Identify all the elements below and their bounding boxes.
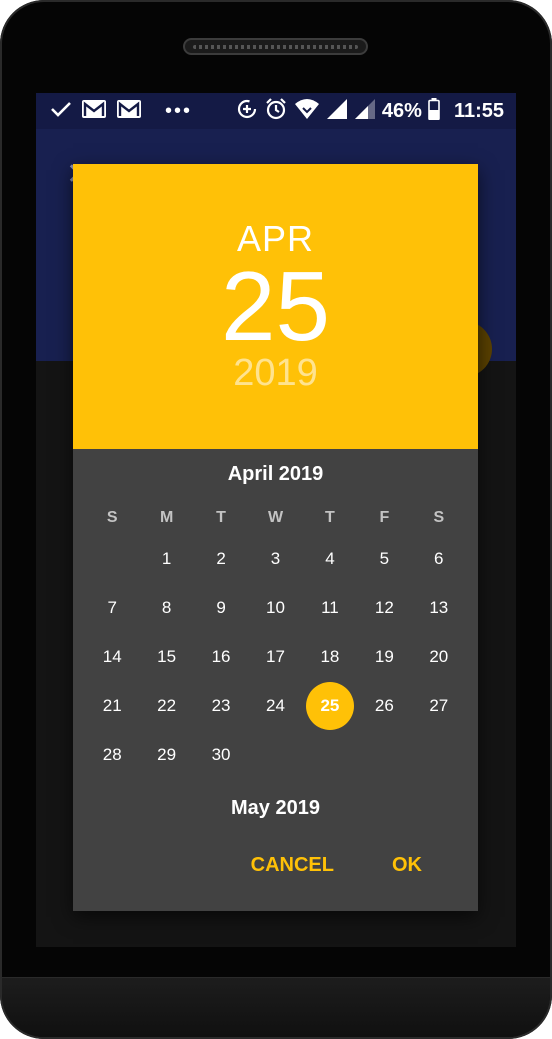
dialog-actions: CANCEL OK (239, 845, 478, 885)
day-cell[interactable]: 30 (194, 730, 248, 779)
day-blank (85, 534, 139, 583)
day-cell[interactable]: 10 (248, 583, 302, 632)
status-time: 11:55 (453, 99, 504, 122)
wifi-icon (294, 98, 320, 125)
day-cell[interactable]: 9 (194, 583, 248, 632)
date-picker-dialog: APR 25 2019 April 2019 SMTWTFS 123456789… (73, 164, 478, 911)
day-number: 29 (157, 744, 177, 764)
day-number: 23 (211, 695, 231, 715)
check-icon (50, 100, 72, 123)
weekday-label: S (433, 509, 445, 526)
day-cell[interactable]: 21 (85, 681, 139, 730)
weekday-label: T (216, 509, 226, 526)
phone-frame: ••• 46% 11:55 APR 25 2019 April 2019 S M… (0, 0, 552, 1039)
weekday-label: W (267, 509, 284, 526)
day-number: 14 (102, 646, 122, 666)
gmail-icon (81, 99, 107, 124)
day-number: 7 (107, 597, 117, 617)
day-cell[interactable]: 12 (357, 583, 411, 632)
ok-button[interactable]: OK (380, 846, 434, 885)
day-cell[interactable]: 20 (412, 632, 466, 681)
day-number: 5 (379, 548, 390, 568)
day-cell-selected[interactable]: 25 (303, 681, 357, 730)
month-title: April 2019 (227, 463, 324, 485)
day-number: 12 (374, 597, 394, 617)
day-number: 3 (270, 548, 281, 568)
day-number: 13 (429, 597, 449, 617)
day-cell[interactable]: 28 (85, 730, 139, 779)
day-number: 26 (374, 695, 394, 715)
day-number: 10 (266, 597, 285, 617)
day-number: 27 (429, 695, 449, 715)
weekday-label: T (325, 509, 335, 526)
header-day[interactable]: 25 (73, 250, 478, 362)
day-cell[interactable]: 2 (194, 534, 248, 583)
day-number: 18 (320, 646, 340, 666)
day-number: 19 (374, 646, 394, 666)
day-number: 25 (305, 681, 354, 730)
alarm-icon (264, 97, 288, 126)
day-cell[interactable]: 14 (85, 632, 139, 681)
more-dots-icon: ••• (165, 99, 193, 122)
day-cell[interactable]: 15 (139, 632, 193, 681)
day-cell[interactable]: 23 (194, 681, 248, 730)
speaker-grille (183, 38, 368, 55)
day-cell[interactable]: 5 (357, 534, 411, 583)
day-cell[interactable]: 22 (139, 681, 193, 730)
day-cell[interactable]: 19 (357, 632, 411, 681)
day-number: 20 (429, 646, 449, 666)
day-cell[interactable]: 8 (139, 583, 193, 632)
day-cell[interactable]: 7 (85, 583, 139, 632)
battery-icon (428, 97, 440, 125)
next-month-title: May 2019 (231, 797, 320, 819)
day-number: 9 (216, 597, 226, 617)
signal-icon (354, 98, 376, 125)
day-number: 8 (161, 597, 172, 617)
day-number: 28 (102, 744, 122, 764)
day-number: 1 (161, 548, 172, 568)
day-number: 4 (325, 548, 335, 568)
phone-chin (2, 977, 550, 1037)
day-grid: 1 2 3 4 5 6 7 8 9 10 11 12 13 14 15 16 17 18 19 20 21 22 23 24 2… (85, 534, 466, 779)
day-number: 6 (434, 548, 444, 568)
date-picker-header: APR 25 2019 (73, 164, 478, 449)
day-number: 22 (157, 695, 177, 715)
day-cell[interactable]: 29 (139, 730, 193, 779)
weekday-label: M (159, 509, 174, 526)
battery-percent: 46% (381, 99, 422, 122)
day-cell[interactable]: 26 (357, 681, 411, 730)
day-number: 24 (266, 695, 285, 715)
day-number: 11 (321, 597, 339, 617)
day-cell[interactable]: 4 (303, 534, 357, 583)
day-cell[interactable]: 6 (412, 534, 466, 583)
status-bar: ••• 46% 11:55 (36, 93, 516, 129)
day-cell[interactable]: 18 (303, 632, 357, 681)
day-number: 21 (102, 695, 122, 715)
day-cell[interactable]: 16 (194, 632, 248, 681)
day-cell[interactable]: 17 (248, 632, 302, 681)
day-cell[interactable]: 27 (412, 681, 466, 730)
day-number: 30 (211, 744, 231, 764)
signal-icon (326, 98, 348, 125)
data-saver-icon (236, 98, 258, 125)
header-year[interactable]: 2019 (73, 352, 478, 395)
day-number: 16 (211, 646, 231, 666)
day-number: 2 (216, 548, 226, 568)
day-cell[interactable]: 1 (139, 534, 193, 583)
gmail-icon (116, 99, 142, 124)
day-cell[interactable]: 24 (248, 681, 302, 730)
day-cell[interactable]: 13 (412, 583, 466, 632)
weekday-header-row: SMTWTFS (85, 507, 466, 529)
day-number: 17 (266, 646, 285, 666)
day-number: 15 (157, 646, 177, 666)
cancel-button[interactable]: CANCEL (239, 846, 346, 885)
day-cell[interactable]: 3 (248, 534, 302, 583)
weekday-label: F (379, 509, 390, 526)
weekday-label: S (106, 509, 118, 526)
day-cell[interactable]: 11 (303, 583, 357, 632)
